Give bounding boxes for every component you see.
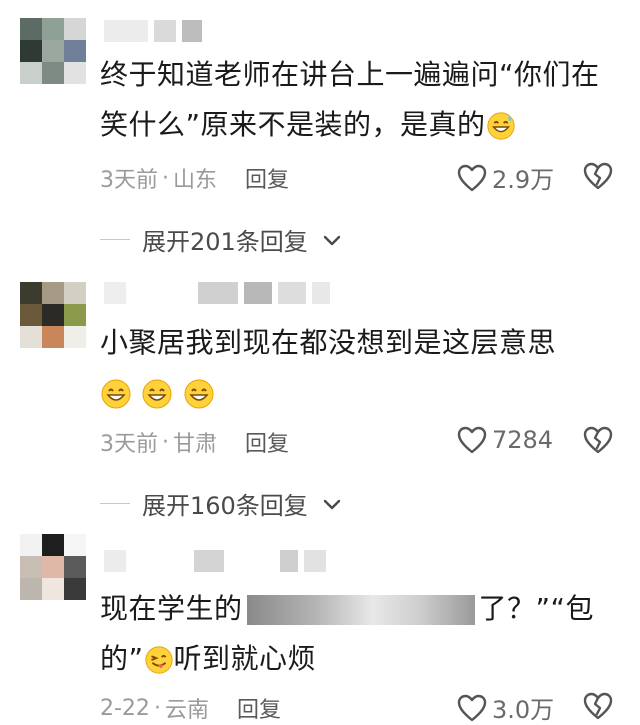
broken-heart-icon[interactable] [582,424,614,456]
broken-heart-icon[interactable] [582,160,614,192]
expand-replies-label: 展开160条回复 [142,492,308,520]
comment-time: 3天前 [100,168,158,193]
broken-heart-icon[interactable] [582,690,614,722]
comment-meta: 3天前 · 甘肃 回复 [100,426,289,458]
reply-button[interactable]: 回复 [245,162,289,194]
comment-time: 3天前 [100,432,158,457]
grinning-sweat-emoji [486,111,516,141]
smiling-face-emoji [141,378,173,410]
chevron-down-icon [320,228,344,252]
reply-button[interactable]: 回复 [237,692,281,724]
comment-meta: 2-22 · 云南 回复 [100,692,281,724]
comment-time: 2-22 [100,695,150,721]
expand-replies-button[interactable]: 展开201条回复 [100,222,344,257]
heart-outline-icon [456,424,488,456]
comment-location: 甘肃 [173,432,218,457]
censored-content-blur [246,595,475,625]
username-blurred[interactable] [104,550,326,572]
reply-button[interactable]: 回复 [245,426,289,458]
expand-replies-button[interactable]: 展开160条回复 [100,486,344,521]
avatar[interactable] [20,18,86,84]
smiling-face-emoji [100,378,132,410]
like-button[interactable]: 7284 [456,424,553,456]
heart-outline-icon [456,162,488,194]
expand-replies-label: 展开201条回复 [142,228,308,256]
like-button[interactable]: 3.0万 [456,690,554,725]
comment-location: 云南 [164,698,209,723]
meta-separator: · [162,165,169,191]
username-blurred[interactable] [104,282,330,304]
comment-text: 现在学生的 了？”“包的” 听到就心烦 [100,592,595,675]
smiling-face-emoji [183,378,215,410]
meta-separator: · [162,429,169,455]
username-blurred[interactable] [104,20,202,42]
comment-text: 终于知道老师在讲台上一遍遍问“你们在笑什么”原来不是装的，是真的 [100,58,600,141]
like-count: 3.0万 [492,696,555,724]
divider [100,239,130,240]
winking-tongue-emoji [144,645,174,675]
divider [100,503,130,504]
heart-outline-icon [456,692,488,724]
meta-separator: · [153,695,161,721]
comment-text: 小聚居我到现在都没想到是这层意思 [100,318,616,418]
avatar[interactable] [20,282,86,348]
chevron-down-icon [320,492,344,516]
comment-location: 山东 [173,168,218,193]
avatar[interactable] [20,534,86,600]
comment-meta: 3天前 · 山东 回复 [100,162,289,194]
like-count: 7284 [492,426,554,454]
like-count: 2.9万 [492,166,555,194]
like-button[interactable]: 2.9万 [456,160,554,195]
